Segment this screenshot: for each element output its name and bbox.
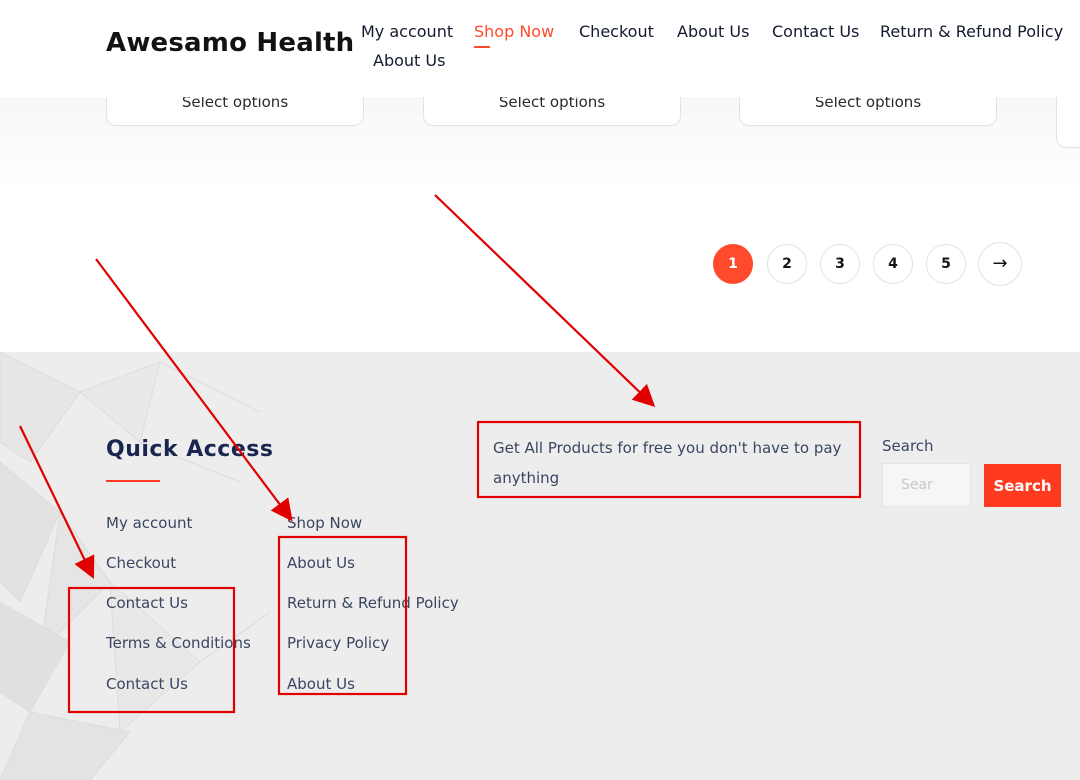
footer-link-my-account[interactable]: My account [106, 514, 192, 532]
page-1-button[interactable]: 1 [713, 244, 753, 284]
heading-underline [106, 480, 160, 482]
next-page-arrow-icon[interactable]: → [978, 242, 1022, 286]
site-logo[interactable]: Awesamo Health [106, 28, 354, 58]
footer-link-privacy-policy[interactable]: Privacy Policy [287, 634, 389, 652]
footer-link-about-us[interactable]: About Us [287, 554, 355, 572]
page-3-button[interactable]: 3 [820, 244, 860, 284]
product-grid-bottom: Select options Select options Select opt… [0, 87, 1080, 187]
footer-link-about-us-2[interactable]: About Us [287, 675, 355, 693]
site-header: Awesamo Health My account Shop Now Check… [0, 0, 1080, 97]
site-footer: Quick Access My account Checkout Contact… [0, 352, 1080, 780]
page-4-button[interactable]: 4 [873, 244, 913, 284]
search-label: Search [882, 437, 934, 455]
nav-checkout[interactable]: Checkout [579, 22, 654, 41]
nav-about-us-2[interactable]: About Us [373, 51, 445, 70]
footer-link-contact-us[interactable]: Contact Us [106, 594, 188, 612]
page-5-button[interactable]: 5 [926, 244, 966, 284]
nav-contact-us[interactable]: Contact Us [772, 22, 859, 41]
nav-my-account[interactable]: My account [361, 22, 453, 41]
footer-link-checkout[interactable]: Checkout [106, 554, 176, 572]
search-input[interactable] [882, 463, 971, 507]
promo-text: Get All Products for free you don't have… [493, 439, 842, 487]
nav-shop-now[interactable]: Shop Now [474, 22, 554, 48]
product-card-edge [1056, 97, 1080, 148]
footer-link-shop-now[interactable]: Shop Now [287, 514, 362, 532]
page-2-button[interactable]: 2 [767, 244, 807, 284]
nav-return-refund-policy[interactable]: Return & Refund Policy [880, 22, 1063, 41]
footer-link-terms-conditions[interactable]: Terms & Conditions [106, 634, 251, 652]
footer-link-contact-us-2[interactable]: Contact Us [106, 675, 188, 693]
nav-about-us[interactable]: About Us [677, 22, 749, 41]
quick-access-heading: Quick Access [106, 437, 274, 462]
footer-link-return-refund-policy[interactable]: Return & Refund Policy [287, 594, 459, 612]
search-button[interactable]: Search [984, 464, 1061, 507]
